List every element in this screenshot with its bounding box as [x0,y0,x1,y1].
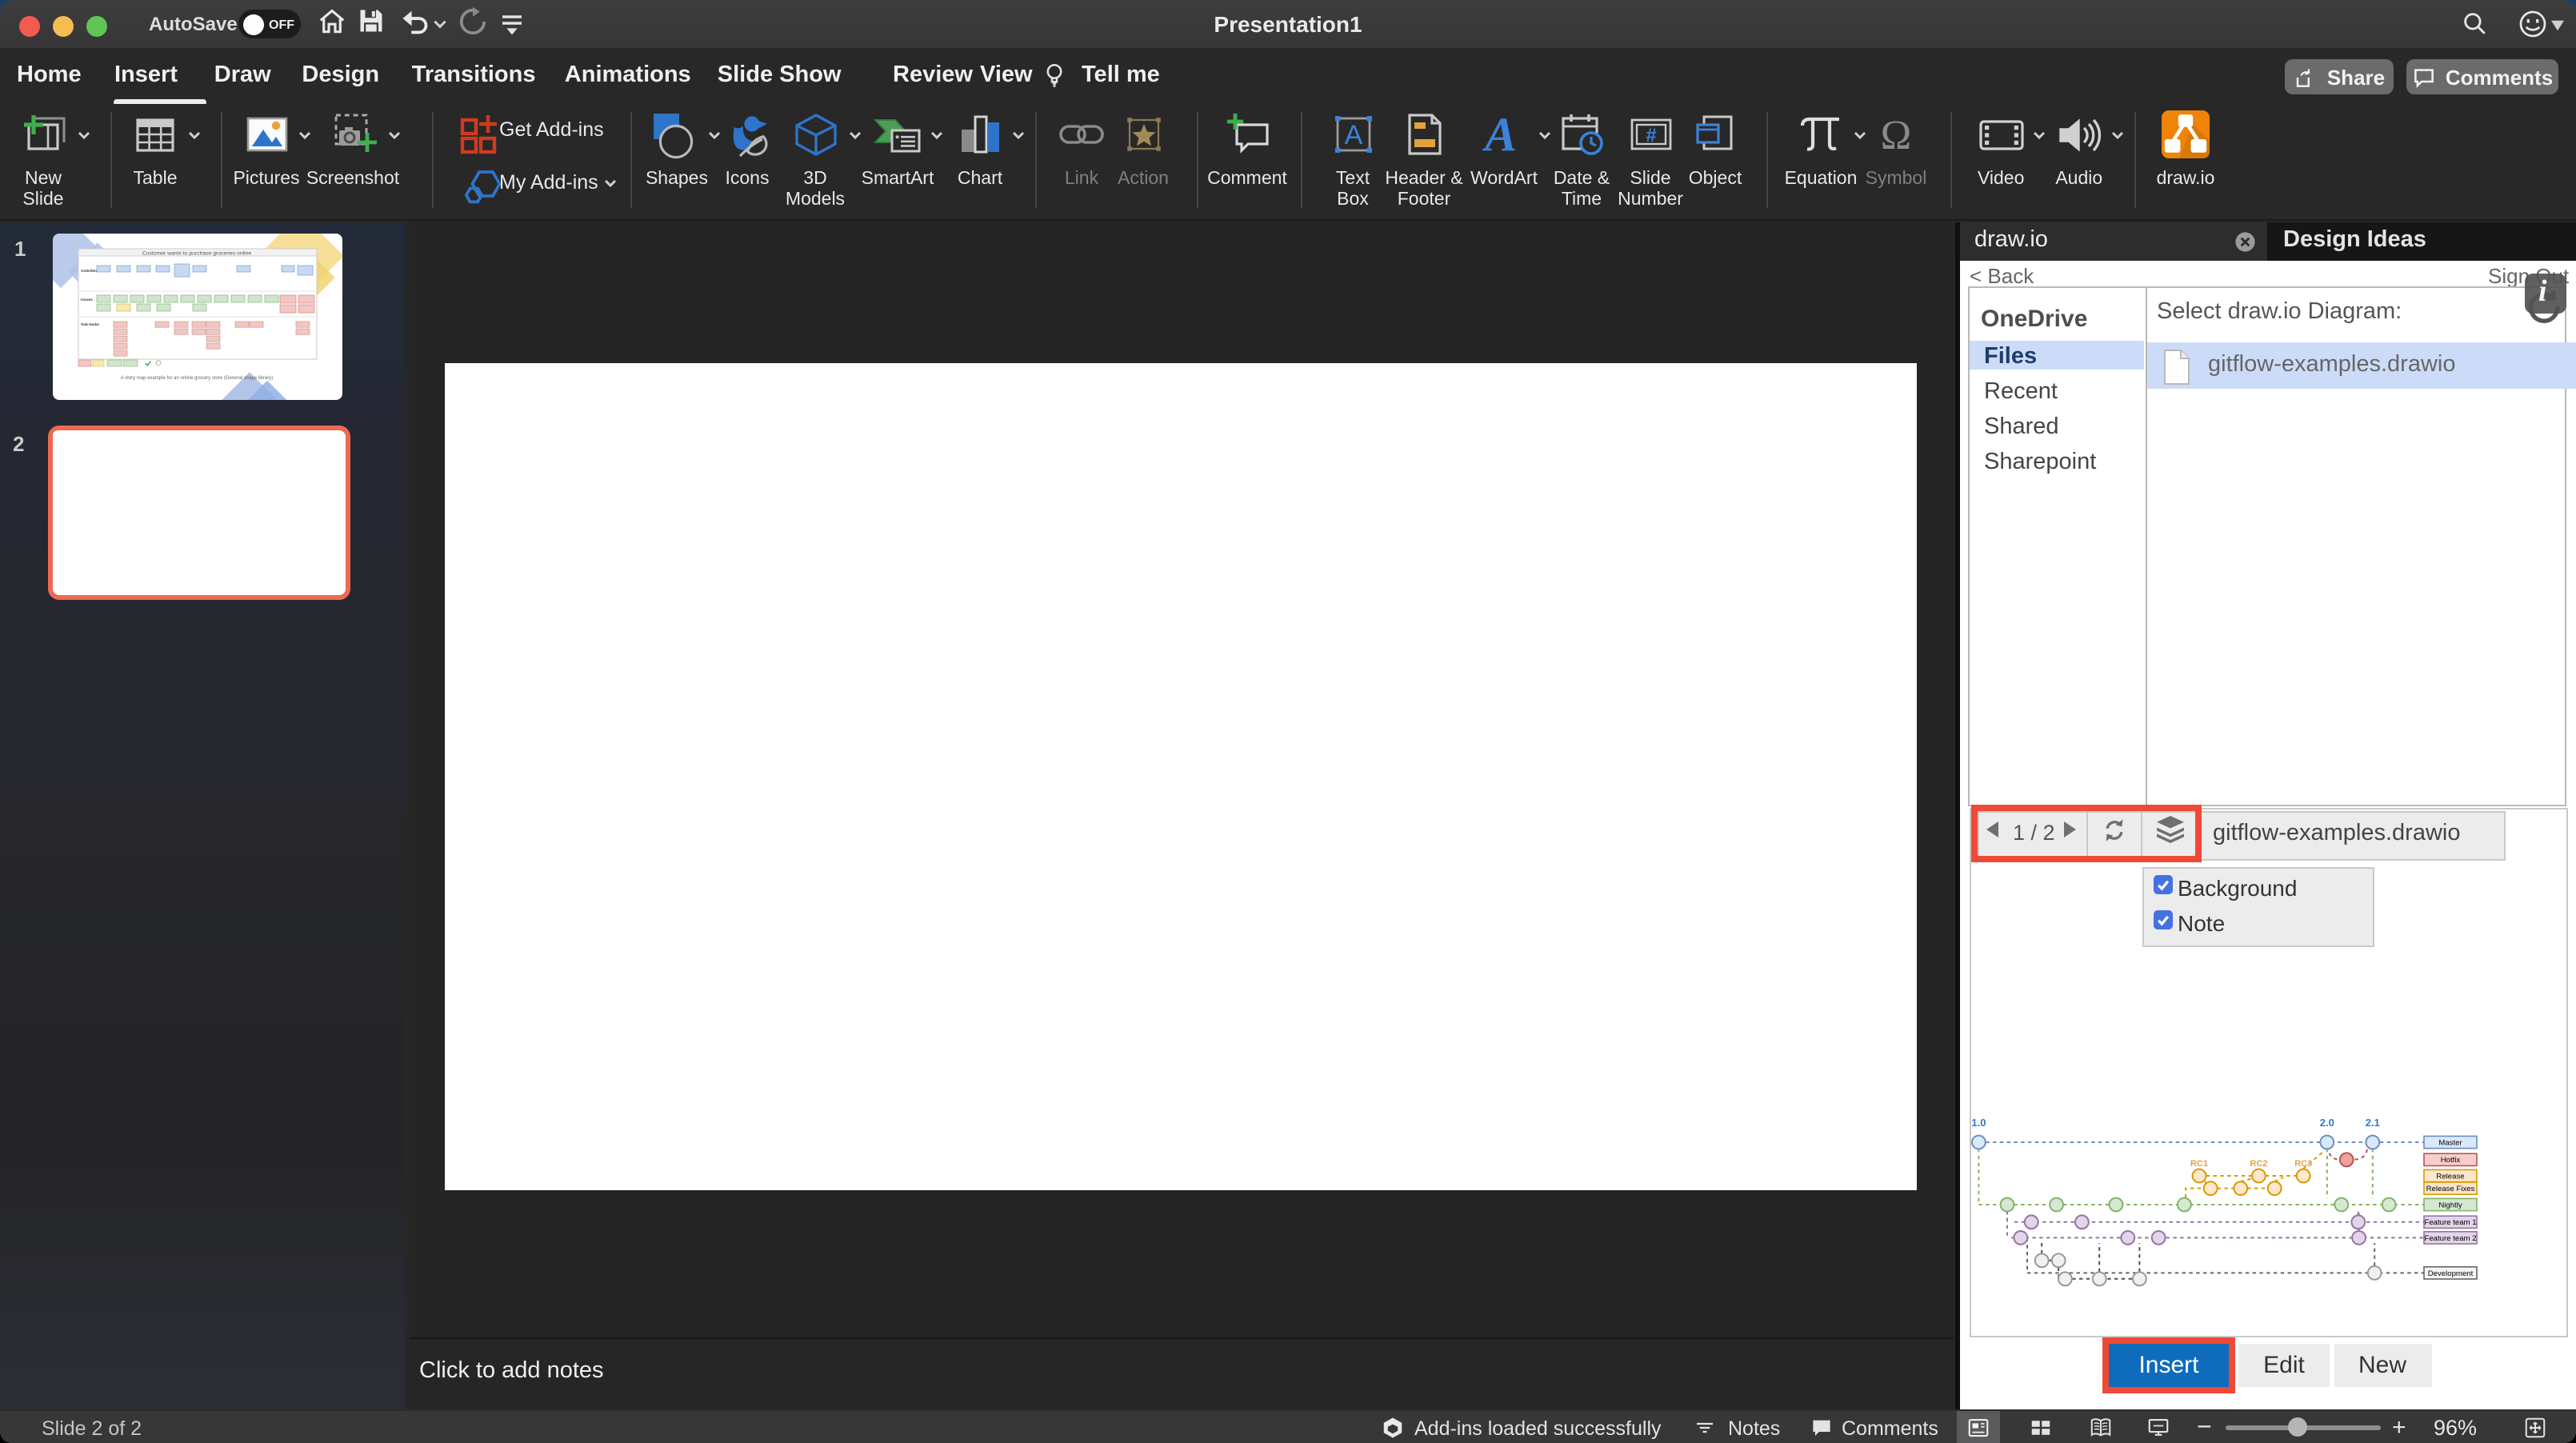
svg-text:2.0: 2.0 [2320,1117,2334,1129]
svg-text:Nightly: Nightly [2438,1201,2462,1209]
svg-text:2.1: 2.1 [2366,1117,2380,1129]
svg-text:Release Fixes: Release Fixes [2426,1185,2475,1193]
svg-text:RC3: RC3 [2294,1159,2312,1169]
svg-text:Customer wants to purchase gro: Customer wants to purchase groceries onl… [142,250,251,256]
svg-text:Master: Master [2438,1138,2462,1147]
svg-text:#: # [1645,125,1655,146]
svg-text:Activities: Activities [80,269,98,274]
svg-text:Development: Development [2428,1269,2474,1278]
svg-text:A: A [1344,120,1362,150]
svg-text:Ω: Ω [1881,113,1912,158]
svg-text:RC2: RC2 [2250,1159,2267,1169]
svg-text:Release: Release [2436,1172,2464,1181]
svg-text:1.0: 1.0 [1971,1117,1986,1129]
svg-text:Feature team 1: Feature team 1 [2424,1218,2476,1227]
svg-text:Feature team 2: Feature team 2 [2424,1234,2476,1243]
svg-text:A story map example for an onl: A story map example for an online grocer… [120,376,272,381]
svg-text:RC1: RC1 [2190,1159,2208,1169]
svg-text:Sub-tasks: Sub-tasks [80,322,98,327]
svg-text:A: A [1482,109,1517,160]
svg-text:Hotfix: Hotfix [2441,1156,2461,1165]
svg-text:Issues: Issues [80,298,92,302]
